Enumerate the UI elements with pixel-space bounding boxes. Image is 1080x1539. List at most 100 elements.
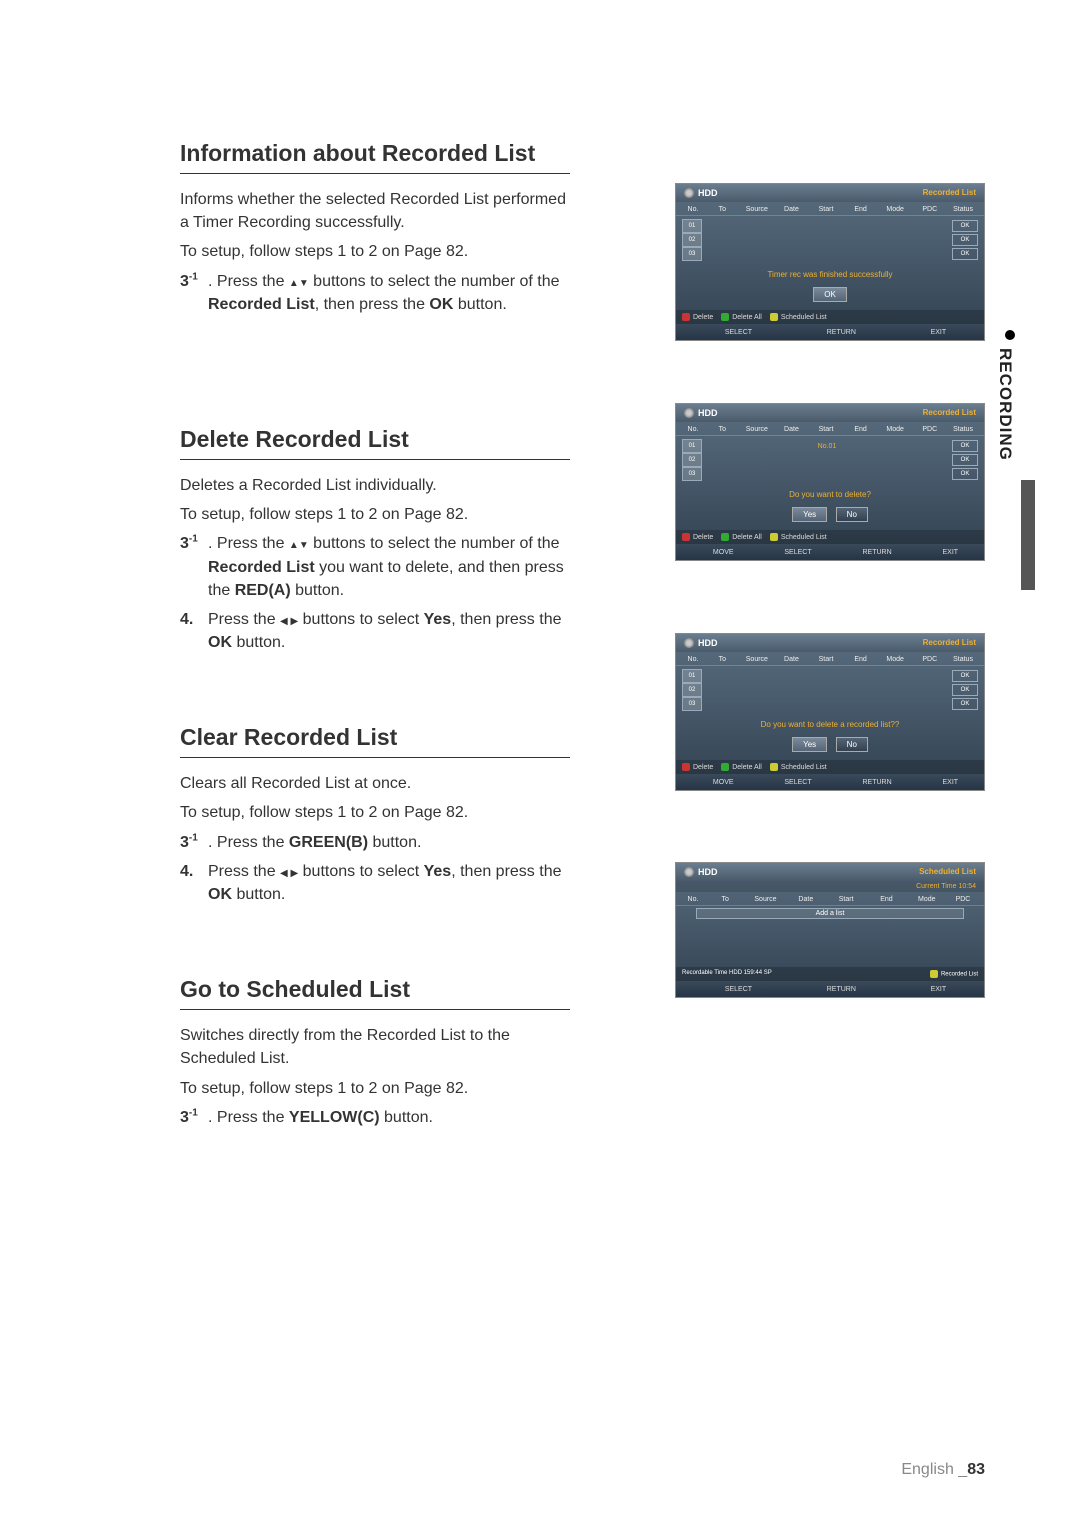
- col: Date: [775, 656, 808, 663]
- col: Start: [810, 206, 843, 213]
- paragraph: Switches directly from the Recorded List…: [180, 1024, 570, 1070]
- col: Mode: [879, 656, 912, 663]
- drive-label: HDD: [698, 408, 718, 418]
- col: PDC: [913, 656, 946, 663]
- recordable-time: Recordable Time HDD 159:44 SP: [682, 970, 772, 978]
- action-label: Delete: [693, 314, 713, 321]
- green-key-icon: [721, 313, 729, 321]
- paragraph: To setup, follow steps 1 to 2 on Page 82…: [180, 1077, 570, 1100]
- step: 3-1 . Press the GREEN(B) button.: [180, 831, 570, 854]
- heading: Information about Recorded List: [180, 140, 570, 174]
- t: . Press the: [208, 273, 289, 290]
- col: Mode: [879, 426, 912, 433]
- col: Start: [810, 426, 843, 433]
- t: button.: [380, 1109, 433, 1126]
- t: . Press the: [208, 834, 289, 851]
- add-list-button[interactable]: Add a list: [696, 908, 964, 919]
- step: 3-1 . Press the ▲▼ buttons to select the…: [180, 270, 570, 316]
- ok-button[interactable]: OK: [813, 287, 847, 302]
- foot-select: SELECT: [714, 985, 752, 993]
- step-sup: -1: [189, 534, 198, 545]
- col: PDC: [948, 896, 978, 903]
- table-row[interactable]: 02OK: [682, 683, 978, 697]
- no-button[interactable]: No: [836, 507, 868, 522]
- paragraph: To setup, follow steps 1 to 2 on Page 82…: [180, 503, 570, 526]
- t: Recorded List: [208, 559, 315, 576]
- red-key-icon: [682, 533, 690, 541]
- row-highlight: No.01: [704, 443, 950, 450]
- screen-title: Recorded List: [923, 408, 976, 418]
- arrow-icon: ◀ ▶: [280, 868, 298, 879]
- col: End: [844, 656, 877, 663]
- table-header: No.ToSourceDateStartEndModePDCStatus: [676, 202, 984, 216]
- step-num: 3: [180, 273, 189, 290]
- table-row[interactable]: 02OK: [682, 453, 978, 467]
- col: Source: [741, 206, 774, 213]
- row-status: OK: [952, 684, 978, 696]
- row-num: 01: [682, 439, 702, 453]
- table-row[interactable]: 02OK: [682, 233, 978, 247]
- col: Source: [741, 426, 774, 433]
- step: 4. Press the ◀ ▶ buttons to select Yes, …: [180, 860, 570, 906]
- row-status: OK: [952, 698, 978, 710]
- action-label: Delete All: [732, 534, 762, 541]
- action-label: Scheduled List: [781, 314, 827, 321]
- row-status: OK: [952, 468, 978, 480]
- table-row[interactable]: 03 OK: [682, 467, 978, 481]
- table-row[interactable]: 03OK: [682, 247, 978, 261]
- yes-button[interactable]: Yes: [792, 507, 827, 522]
- t: buttons to select: [298, 863, 423, 880]
- step-sup: -1: [189, 832, 198, 843]
- paragraph: Informs whether the selected Recorded Li…: [180, 188, 570, 234]
- t: Press the: [208, 611, 280, 628]
- ui-recorded-list-info: HDD Recorded List No.ToSourceDateStartEn…: [675, 183, 985, 341]
- row-num: 03: [682, 697, 702, 711]
- green-key-icon: [721, 763, 729, 771]
- col: No.: [682, 896, 704, 903]
- no-button[interactable]: No: [836, 737, 868, 752]
- step: 4. Press the ◀ ▶ buttons to select Yes, …: [180, 608, 570, 654]
- table-row[interactable]: 01OK: [682, 669, 978, 683]
- t: . Press the: [208, 1109, 289, 1126]
- row-num: 03: [682, 467, 702, 481]
- step-num: 4.: [180, 608, 208, 654]
- foot-exit: EXIT: [931, 778, 958, 786]
- col: No.: [682, 206, 704, 213]
- row-status: OK: [952, 248, 978, 260]
- ui-scheduled-list: HDD Scheduled List Current Time 10:54 No…: [675, 862, 985, 998]
- step-sup: -1: [189, 1107, 198, 1118]
- table-row[interactable]: 01No.01OK: [682, 439, 978, 453]
- foot-exit: EXIT: [920, 985, 947, 993]
- heading: Go to Scheduled List: [180, 976, 570, 1010]
- col: To: [706, 896, 744, 903]
- col: No.: [682, 426, 704, 433]
- col: Start: [827, 896, 865, 903]
- table-row[interactable]: 03 OK: [682, 697, 978, 711]
- foot-exit: EXIT: [931, 548, 958, 556]
- col: Date: [775, 206, 808, 213]
- disc-icon: [684, 188, 694, 198]
- paragraph: To setup, follow steps 1 to 2 on Page 82…: [180, 801, 570, 824]
- t: , then press the: [315, 296, 430, 313]
- foot-return: RETURN: [851, 548, 891, 556]
- t: Yes: [424, 611, 452, 628]
- footer-bar: MOVE SELECT RETURN EXIT: [676, 544, 984, 560]
- col: Start: [810, 656, 843, 663]
- drive-label: HDD: [698, 638, 718, 648]
- table-header: No.ToSourceDateStartEndModePDCStatus: [676, 652, 984, 666]
- footer-page-num: 83: [967, 1461, 985, 1478]
- row-status: OK: [952, 234, 978, 246]
- table-row[interactable]: 01OK: [682, 219, 978, 233]
- dialog-message: Timer rec was finished successfully: [676, 264, 984, 283]
- action-bar: Delete Delete All Scheduled List: [676, 310, 984, 324]
- section-goto-scheduled-list: Go to Scheduled List Switches directly f…: [180, 976, 985, 1129]
- yellow-key-icon: [770, 313, 778, 321]
- t: buttons to select: [298, 611, 423, 628]
- t: , then press the: [451, 863, 561, 880]
- yes-button[interactable]: Yes: [792, 737, 827, 752]
- col: Date: [787, 896, 825, 903]
- foot-select: SELECT: [714, 328, 752, 336]
- screen-title: Recorded List: [923, 188, 976, 198]
- col: Date: [775, 426, 808, 433]
- arrow-icon: ◀ ▶: [280, 616, 298, 627]
